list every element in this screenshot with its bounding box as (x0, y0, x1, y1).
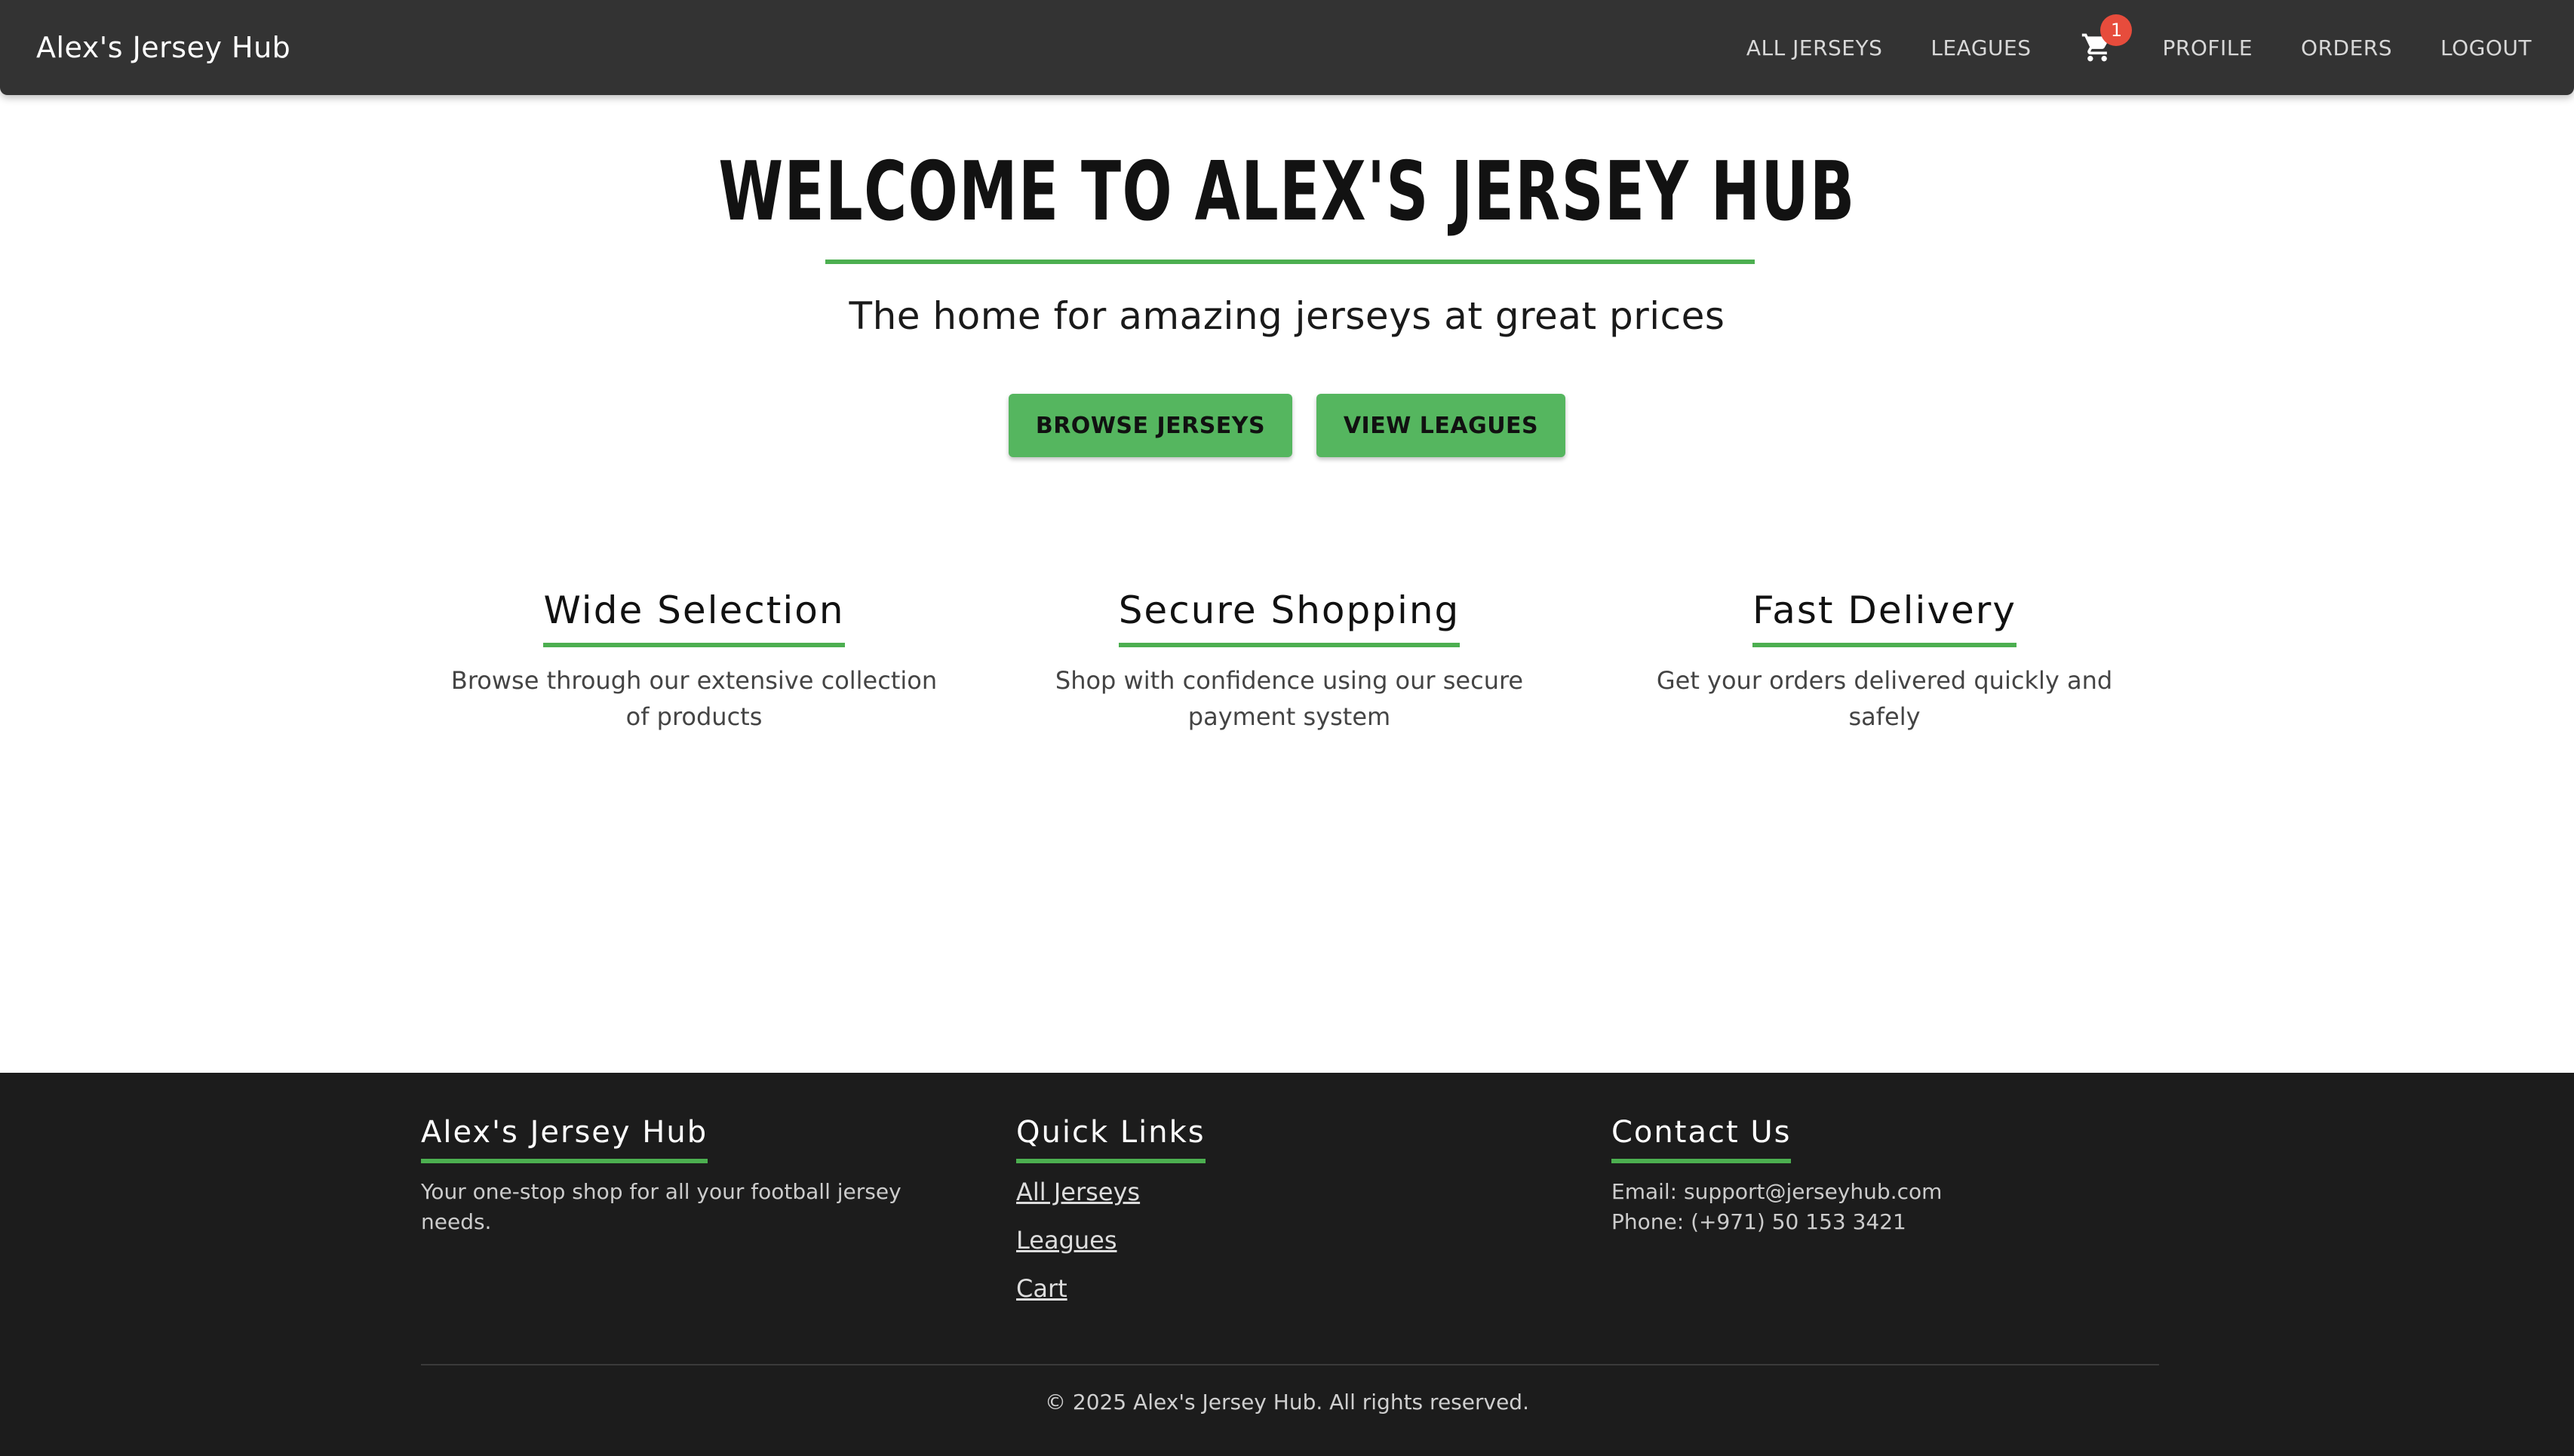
feature-description: Browse through our extensive collection … (450, 666, 938, 731)
footer-quick-links-heading: Quick Links (1016, 1115, 1206, 1163)
feature-wide-selection: Wide Selection Browse through our extens… (430, 588, 958, 735)
nav-link-all-jerseys[interactable]: ALL JERSEYS (1746, 35, 1883, 60)
footer-link-leagues[interactable]: Leagues (1016, 1216, 1544, 1264)
hero-buttons: BROWSE JERSEYS VIEW LEAGUES (0, 394, 2574, 457)
footer-about: Alex's Jersey Hub Your one-stop shop for… (421, 1115, 949, 1237)
nav-link-profile[interactable]: PROFILE (2162, 35, 2253, 60)
brand-logo-text[interactable]: Alex's Jersey Hub (36, 31, 290, 64)
footer-contact-email: Email: support@jerseyhub.com (1611, 1179, 1943, 1204)
cart-count-badge: 1 (2100, 14, 2133, 46)
nav-links: ALL JERSEYS LEAGUES 1 PROFILE ORDERS LOG… (1746, 14, 2532, 64)
nav-link-orders[interactable]: ORDERS (2301, 35, 2392, 60)
hero-title: WELCOME TO ALEX'S JERSEY HUB (718, 145, 1856, 239)
footer-contact-heading: Contact Us (1611, 1115, 1792, 1163)
hero-subtitle: The home for amazing jerseys at great pr… (849, 294, 1725, 338)
hero-title-underline (825, 260, 1755, 264)
footer-contact-phone: Phone: (+971) 50 153 3421 (1611, 1209, 1906, 1234)
browse-jerseys-button[interactable]: BROWSE JERSEYS (1009, 394, 1292, 457)
footer-about-text: Your one-stop shop for all your football… (421, 1179, 902, 1234)
feature-description: Get your orders delivered quickly and sa… (1656, 666, 2113, 731)
top-navbar: Alex's Jersey Hub ALL JERSEYS LEAGUES 1 … (0, 0, 2574, 95)
feature-secure-shopping: Secure Shopping Shop with confidence usi… (1025, 588, 1553, 735)
footer: Alex's Jersey Hub Your one-stop shop for… (0, 1073, 2574, 1456)
footer-contact-details: Email: support@jerseyhub.com Phone: (+97… (1611, 1177, 2139, 1237)
feature-title: Wide Selection (543, 588, 845, 647)
feature-title: Fast Delivery (1752, 588, 2017, 647)
footer-link-cart[interactable]: Cart (1016, 1264, 1544, 1313)
footer-quick-links: Quick Links All Jerseys Leagues Cart (1016, 1115, 1544, 1313)
nav-link-leagues[interactable]: LEAGUES (1931, 35, 2031, 60)
nav-link-logout[interactable]: LOGOUT (2440, 35, 2532, 60)
page: Alex's Jersey Hub ALL JERSEYS LEAGUES 1 … (0, 0, 2574, 1456)
footer-links-list: All Jerseys Leagues Cart (1016, 1168, 1544, 1313)
footer-link-all-jerseys[interactable]: All Jerseys (1016, 1168, 1544, 1216)
footer-copyright: © 2025 Alex's Jersey Hub. All rights res… (1045, 1390, 1529, 1415)
footer-divider (421, 1364, 2159, 1365)
feature-description: Shop with confidence using our secure pa… (1055, 666, 1524, 731)
view-leagues-button[interactable]: VIEW LEAGUES (1316, 394, 1565, 457)
footer-about-heading: Alex's Jersey Hub (421, 1115, 708, 1163)
feature-title: Secure Shopping (1118, 588, 1461, 647)
cart-button[interactable]: 1 (2081, 14, 2133, 64)
footer-contact: Contact Us Email: support@jerseyhub.com … (1611, 1115, 2139, 1237)
feature-fast-delivery: Fast Delivery Get your orders delivered … (1620, 588, 2149, 735)
